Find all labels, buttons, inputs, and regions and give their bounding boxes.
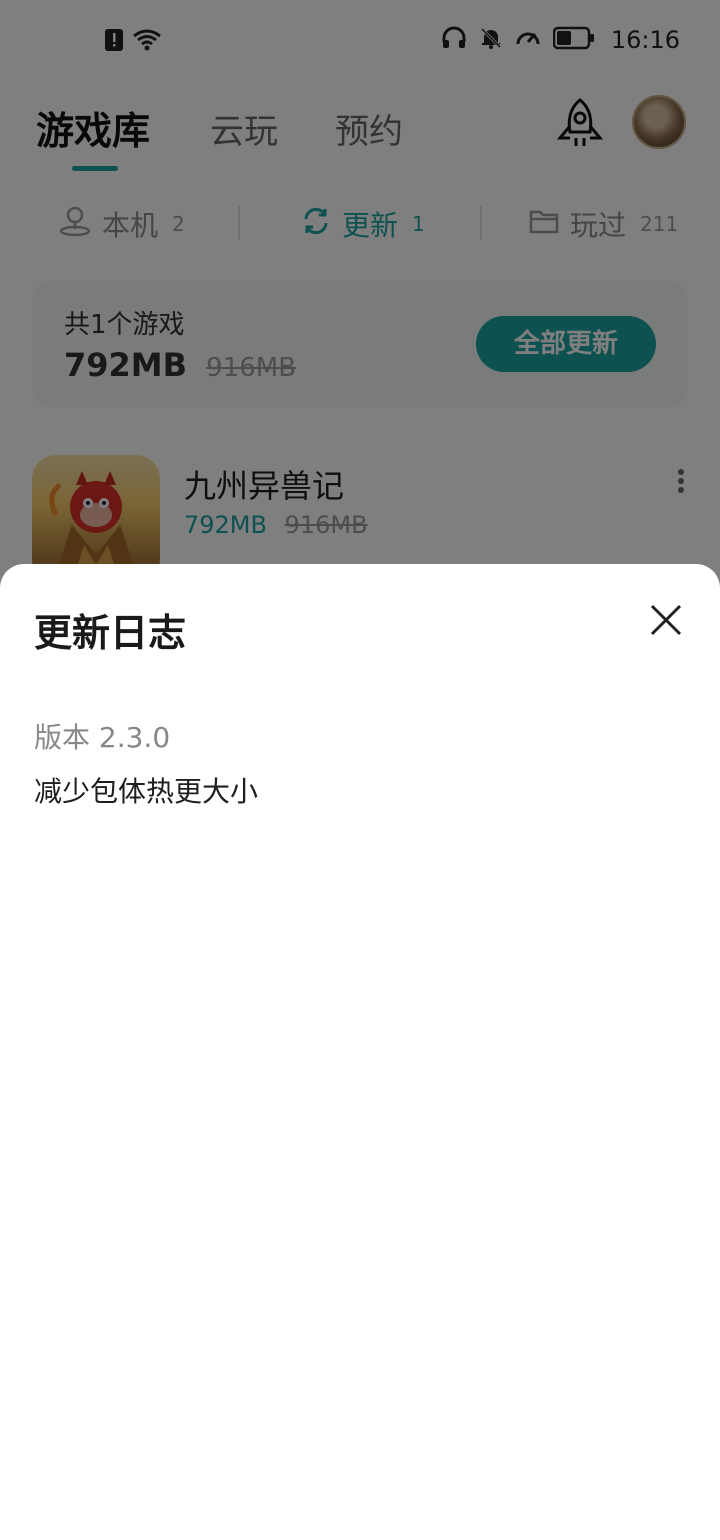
sheet-title: 更新日志 xyxy=(34,611,187,655)
changelog-note: 减少包体热更大小 xyxy=(34,775,259,808)
close-button[interactable] xyxy=(646,600,686,640)
close-icon xyxy=(650,604,682,636)
changelog-sheet: 更新日志 版本 2.3.0 减少包体热更大小 xyxy=(0,564,720,1540)
changelog-version: 版本 2.3.0 xyxy=(34,721,171,754)
game-library-page: 16:16 游戏库 云玩 预约 xyxy=(0,0,720,1540)
